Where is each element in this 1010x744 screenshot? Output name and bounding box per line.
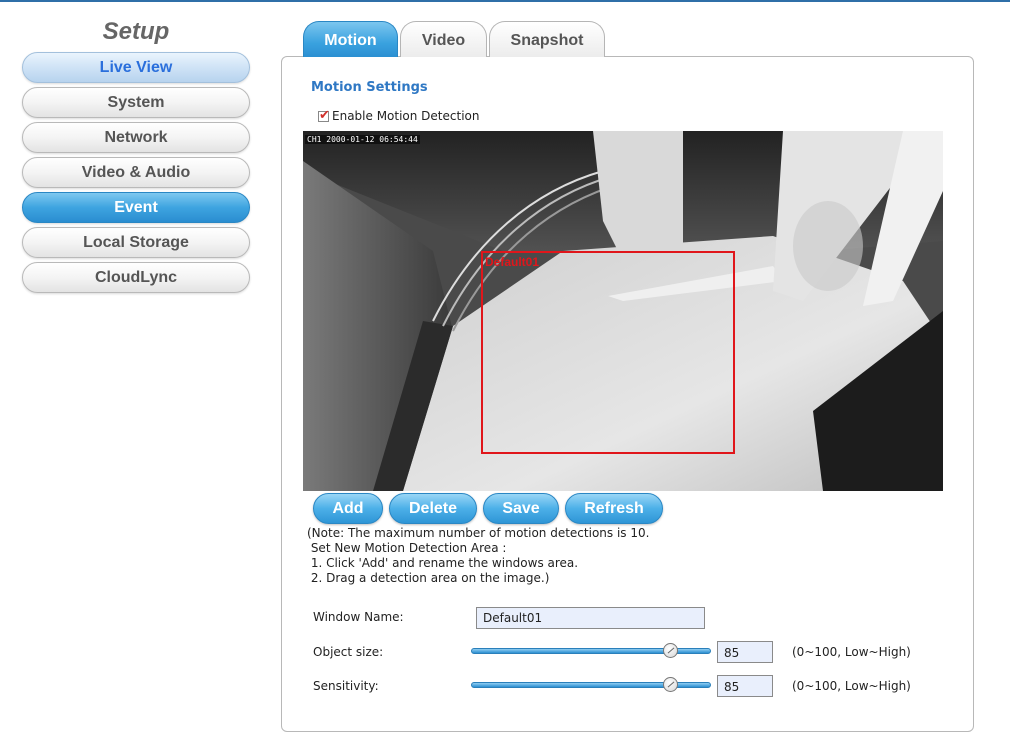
sidebar-item-local-storage[interactable]: Local Storage	[22, 227, 250, 258]
note-line: 2. Drag a detection area on the image.)	[307, 571, 550, 585]
note-line: 1. Click 'Add' and rename the windows ar…	[307, 556, 579, 570]
top-accent-line	[0, 0, 1010, 2]
enable-motion-label: Enable Motion Detection	[332, 109, 480, 123]
add-button[interactable]: Add	[313, 493, 383, 524]
enable-motion-checkbox[interactable]: ✔	[318, 107, 330, 123]
object-size-label: Object size:	[313, 645, 384, 659]
sidebar-item-system[interactable]: System	[22, 87, 250, 118]
camera-timestamp-overlay: CH1 2000-01-12 06:54:44	[305, 135, 420, 144]
sidebar-nav: Live View System Network Video & Audio E…	[22, 52, 250, 297]
motion-detection-area-label: Default01	[485, 255, 540, 269]
sensitivity-slider[interactable]	[471, 677, 711, 692]
tab-motion[interactable]: Motion	[303, 21, 398, 57]
save-button[interactable]: Save	[483, 493, 559, 524]
object-size-value-input[interactable]: 85	[717, 641, 773, 663]
sidebar-title: Setup	[102, 18, 170, 45]
tab-video[interactable]: Video	[400, 21, 487, 57]
sensitivity-range-hint: (0~100, Low~High)	[792, 679, 911, 693]
sensitivity-label: Sensitivity:	[313, 679, 379, 693]
sidebar-item-network[interactable]: Network	[22, 122, 250, 153]
sensitivity-value-input[interactable]: 85	[717, 675, 773, 697]
sidebar-item-live-view[interactable]: Live View	[22, 52, 250, 83]
window-name-input[interactable]	[476, 607, 705, 629]
camera-preview[interactable]: CH1 2000-01-12 06:54:44 Default01	[303, 131, 943, 491]
enable-motion-row: ✔ Enable Motion Detection	[318, 107, 480, 123]
delete-button[interactable]: Delete	[389, 493, 477, 524]
tab-snapshot[interactable]: Snapshot	[489, 21, 605, 57]
sidebar-item-event[interactable]: Event	[22, 192, 250, 223]
object-size-slider[interactable]	[471, 643, 711, 658]
section-title: Motion Settings	[311, 80, 428, 95]
sidebar-item-video-audio[interactable]: Video & Audio	[22, 157, 250, 188]
note-line: Set New Motion Detection Area :	[307, 541, 507, 555]
refresh-button[interactable]: Refresh	[565, 493, 663, 524]
checkmark-icon: ✔	[319, 107, 330, 123]
motion-detection-area[interactable]: Default01	[481, 251, 735, 454]
note-line: (Note: The maximum number of motion dete…	[307, 526, 650, 540]
window-name-label: Window Name:	[313, 610, 404, 624]
object-size-range-hint: (0~100, Low~High)	[792, 645, 911, 659]
object-size-slider-handle[interactable]	[663, 643, 678, 658]
sidebar-item-cloudlync[interactable]: CloudLync	[22, 262, 250, 293]
motion-note: (Note: The maximum number of motion dete…	[307, 526, 649, 586]
sensitivity-slider-handle[interactable]	[663, 677, 678, 692]
